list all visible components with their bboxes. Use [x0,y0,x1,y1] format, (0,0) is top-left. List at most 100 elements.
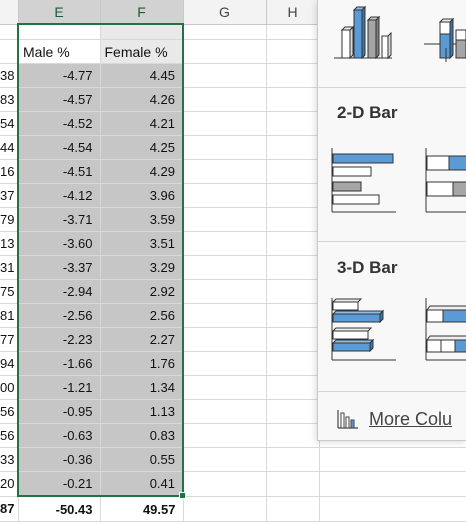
cell[interactable] [266,24,320,40]
cell[interactable] [183,255,267,280]
row-number[interactable]: 16 [0,159,19,184]
cell[interactable] [266,471,320,497]
cell[interactable] [266,87,320,112]
female-percent-cell[interactable]: 4.21 [100,111,184,136]
row-number[interactable]: 94 [0,351,19,376]
male-percent-cell[interactable]: -4.51 [17,159,101,184]
male-percent-cell[interactable]: -2.94 [17,279,101,304]
row-number[interactable]: 44 [0,135,19,160]
column-header-g[interactable]: G [183,0,267,25]
cell[interactable] [319,496,466,522]
female-total[interactable]: 49.57 [100,496,184,522]
cell[interactable] [183,327,267,352]
cell[interactable] [266,327,320,352]
male-percent-cell[interactable]: -4.77 [17,63,101,88]
cell[interactable] [266,135,320,160]
female-percent-cell[interactable]: 3.59 [100,207,184,232]
row-number[interactable]: 81 [0,303,19,328]
male-percent-cell[interactable]: -0.63 [17,423,101,448]
cell[interactable] [266,351,320,376]
fill-handle[interactable] [179,492,186,499]
cell[interactable] [266,111,320,136]
cell[interactable] [266,159,320,184]
male-percent-cell[interactable]: -1.21 [17,375,101,400]
row-number[interactable]: 13 [0,231,19,256]
cell[interactable] [266,255,320,280]
female-percent-cell[interactable]: 0.55 [100,447,184,472]
male-percent-cell[interactable]: -4.52 [17,111,101,136]
3d-clustered-bar-thumbnail[interactable] [330,296,398,364]
cell[interactable] [266,496,320,522]
row-number[interactable]: 38 [0,63,19,88]
male-percent-cell[interactable]: -1.66 [17,351,101,376]
male-percent-cell[interactable]: -4.54 [17,135,101,160]
cell[interactable] [183,351,267,376]
cell[interactable] [183,39,267,64]
male-percent-cell[interactable]: -0.36 [17,447,101,472]
female-percent-cell[interactable]: 3.29 [100,255,184,280]
male-percent-header[interactable]: Male % [17,39,101,64]
male-percent-cell[interactable]: -3.37 [17,255,101,280]
cell[interactable] [183,159,267,184]
row-number[interactable]: 20 [0,471,19,497]
cell[interactable] [319,471,466,497]
female-percent-cell[interactable]: 1.76 [100,351,184,376]
cell[interactable] [183,111,267,136]
male-total[interactable]: -50.43 [18,496,101,522]
female-percent-cell[interactable]: 4.29 [100,159,184,184]
row-number[interactable]: 00 [0,375,19,400]
cell[interactable] [0,39,19,64]
male-percent-cell[interactable]: -3.60 [17,231,101,256]
row-number[interactable]: 54 [0,111,19,136]
cell[interactable] [100,23,184,40]
female-percent-cell[interactable]: 2.92 [100,279,184,304]
column-header-f[interactable]: F [100,0,184,25]
cell[interactable] [319,447,466,472]
total-rownum[interactable]: 87 [0,496,19,522]
cell[interactable] [183,231,267,256]
more-column-charts-link[interactable]: More Colu [337,404,452,434]
cell[interactable] [266,375,320,400]
cell[interactable] [266,207,320,232]
row-number[interactable]: 77 [0,327,19,352]
female-percent-cell[interactable]: 0.41 [100,471,184,497]
cell[interactable] [183,447,267,472]
column-header-e[interactable]: E [18,0,101,25]
male-percent-cell[interactable]: -0.95 [17,399,101,424]
cell[interactable] [183,63,267,88]
male-percent-cell[interactable]: -4.12 [17,183,101,208]
female-percent-cell[interactable]: 1.13 [100,399,184,424]
female-percent-cell[interactable]: 2.56 [100,303,184,328]
cell[interactable] [183,183,267,208]
row-number[interactable]: 31 [0,255,19,280]
cell[interactable] [266,39,320,64]
female-percent-cell[interactable]: 3.51 [100,231,184,256]
cell[interactable] [266,447,320,472]
female-percent-cell[interactable]: 1.34 [100,375,184,400]
stacked-bar-thumbnail[interactable] [424,146,466,214]
male-percent-cell[interactable]: -3.71 [17,207,101,232]
cell[interactable] [183,87,267,112]
cell[interactable] [183,279,267,304]
3d-clustered-column-thumbnail[interactable] [332,0,394,62]
cell[interactable] [266,399,320,424]
row-number[interactable]: 83 [0,87,19,112]
cell[interactable] [183,496,267,522]
3d-stacked-column-thumbnail[interactable] [422,0,466,62]
cell[interactable] [266,423,320,448]
cell[interactable] [183,399,267,424]
row-number[interactable]: 33 [0,447,19,472]
cell[interactable] [266,63,320,88]
3d-stacked-bar-thumbnail[interactable] [424,296,466,364]
cell[interactable] [266,303,320,328]
cell[interactable] [183,375,267,400]
female-percent-cell[interactable]: 0.83 [100,423,184,448]
cell[interactable] [183,471,267,497]
cell[interactable] [183,24,267,40]
cell[interactable] [17,23,101,40]
cell[interactable] [266,183,320,208]
cell[interactable] [183,207,267,232]
cell[interactable] [266,279,320,304]
female-percent-cell[interactable]: 4.45 [100,63,184,88]
male-percent-cell[interactable]: -4.57 [17,87,101,112]
